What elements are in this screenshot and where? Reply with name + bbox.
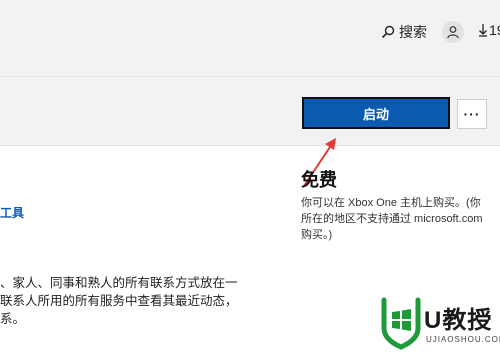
- search-button[interactable]: 搜索: [381, 22, 427, 42]
- download-icon: [479, 24, 487, 37]
- search-icon: [381, 25, 395, 39]
- watermark-site: UJIAOSHOU.COM: [426, 335, 500, 344]
- download-count: 19: [489, 22, 500, 38]
- watermark: U教授 UJIAOSHOU.COM: [376, 296, 500, 354]
- search-label: 搜索: [399, 24, 427, 40]
- tools-link[interactable]: 工具: [0, 204, 24, 221]
- more-options-button[interactable]: ···: [457, 99, 487, 129]
- windows-shield-logo: [381, 297, 421, 350]
- watermark-brand: U教授: [424, 307, 493, 334]
- top-bar: 搜索 19: [0, 0, 500, 76]
- price-note: 你可以在 Xbox One 主机上购买。(你所在的地区不支持通过 microso…: [301, 197, 483, 241]
- description-line: 、家人、同事和熟人的所有联系方式放在一: [0, 276, 238, 290]
- avatar[interactable]: [442, 21, 464, 43]
- description-line: 系。: [0, 312, 26, 326]
- description-line: 联系人所用的所有服务中查看其最近动态，: [0, 294, 238, 308]
- user-icon: [447, 26, 459, 39]
- launch-button[interactable]: 启动: [302, 97, 450, 129]
- price-title: 免费: [301, 170, 337, 190]
- downloads-button[interactable]: 19: [478, 22, 500, 38]
- app-description: 、家人、同事和熟人的所有联系方式放在一 联系人所用的所有服务中查看其最近动态， …: [0, 274, 250, 328]
